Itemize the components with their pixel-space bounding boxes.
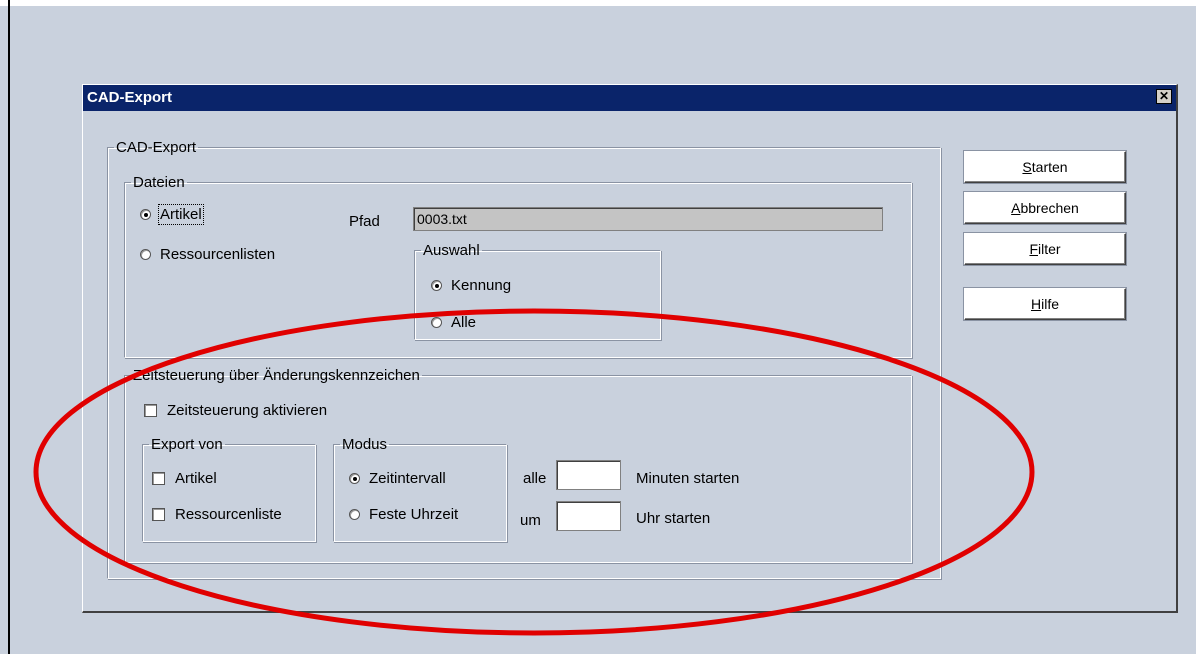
radio-artikel-dot[interactable] <box>140 209 151 220</box>
radio-kennung-dot[interactable] <box>431 280 442 291</box>
radio-feste-uhrzeit[interactable]: Feste Uhrzeit <box>349 506 458 523</box>
export-von-legend: Export von <box>151 436 223 453</box>
auswahl-legend: Auswahl <box>423 242 480 259</box>
top-strip <box>0 0 1196 6</box>
radio-kennung[interactable]: Kennung <box>431 277 511 294</box>
radio-zeitintervall-label: Zeitintervall <box>369 470 446 487</box>
checkbox-export-ressourcenliste[interactable]: Ressourcenliste <box>152 506 282 523</box>
hilfe-button[interactable]: Hilfe <box>964 288 1126 320</box>
radio-ressourcenlisten-dot[interactable] <box>140 249 151 260</box>
filter-button[interactable]: Filter <box>964 233 1126 265</box>
alle-label: alle <box>523 470 547 487</box>
starten-button[interactable]: Starten <box>964 151 1126 183</box>
hilfe-accelerator: H <box>1030 296 1042 312</box>
radio-feste-uhrzeit-dot[interactable] <box>349 509 360 520</box>
export-von-group: Export von <box>142 436 316 542</box>
window-left-edge <box>8 0 10 654</box>
uhr-starten-label: Uhr starten <box>636 510 711 527</box>
minuten-starten-label: Minuten starten <box>636 470 740 487</box>
starten-accelerator: S <box>1022 159 1032 175</box>
filter-label-rest: ilter <box>1038 241 1061 257</box>
modus-group: Modus <box>333 436 507 542</box>
checkbox-export-ressourcenliste-box[interactable] <box>152 508 165 521</box>
radio-ressourcenlisten-label: Ressourcenlisten <box>160 246 276 263</box>
radio-artikel-label: Artikel <box>158 204 204 225</box>
radio-zeitintervall[interactable]: Zeitintervall <box>349 470 446 487</box>
abbrechen-button[interactable]: Abbrechen <box>964 192 1126 224</box>
checkbox-zeitsteuerung-aktivieren[interactable]: Zeitsteuerung aktivieren <box>144 402 327 419</box>
cad-export-dialog: CAD-Export ✕ CAD-Export Dateien Artikel … <box>82 84 1178 613</box>
radio-artikel[interactable]: Artikel <box>140 204 204 225</box>
title-bar[interactable]: CAD-Export ✕ <box>83 85 1176 111</box>
uhrzeit-input[interactable] <box>556 501 621 531</box>
dateien-legend: Dateien <box>133 174 185 191</box>
um-label: um <box>520 512 541 529</box>
radio-feste-uhrzeit-label: Feste Uhrzeit <box>369 506 459 523</box>
pfad-label: Pfad <box>349 213 380 230</box>
radio-alle[interactable]: Alle <box>431 314 476 331</box>
radio-alle-label: Alle <box>451 314 477 331</box>
checkbox-export-ressourcenliste-label: Ressourcenliste <box>175 506 282 523</box>
minuten-input[interactable] <box>556 460 621 490</box>
checkbox-export-artikel[interactable]: Artikel <box>152 470 217 487</box>
modus-legend: Modus <box>342 436 388 453</box>
radio-kennung-label: Kennung <box>451 277 512 294</box>
checkbox-export-artikel-box[interactable] <box>152 472 165 485</box>
radio-ressourcenlisten[interactable]: Ressourcenlisten <box>140 246 275 263</box>
checkbox-zeitsteuerung-box[interactable] <box>144 404 157 417</box>
checkbox-zeitsteuerung-label: Zeitsteuerung aktivieren <box>167 402 328 419</box>
hilfe-label-rest: ilfe <box>1041 296 1060 312</box>
pfad-input[interactable] <box>413 207 883 231</box>
zeitsteuerung-legend: Zeitsteuerung über Änderungskennzeichen <box>133 367 420 384</box>
cad-export-group-legend: CAD-Export <box>116 139 197 156</box>
starten-label-rest: tarten <box>1031 159 1068 175</box>
radio-zeitintervall-dot[interactable] <box>349 473 360 484</box>
filter-accelerator: F <box>1029 241 1038 257</box>
radio-alle-dot[interactable] <box>431 317 442 328</box>
checkbox-export-artikel-label: Artikel <box>175 470 217 487</box>
abbrechen-label-rest: bbrechen <box>1020 200 1079 216</box>
dialog-title: CAD-Export <box>87 89 172 106</box>
close-icon[interactable]: ✕ <box>1156 89 1172 104</box>
